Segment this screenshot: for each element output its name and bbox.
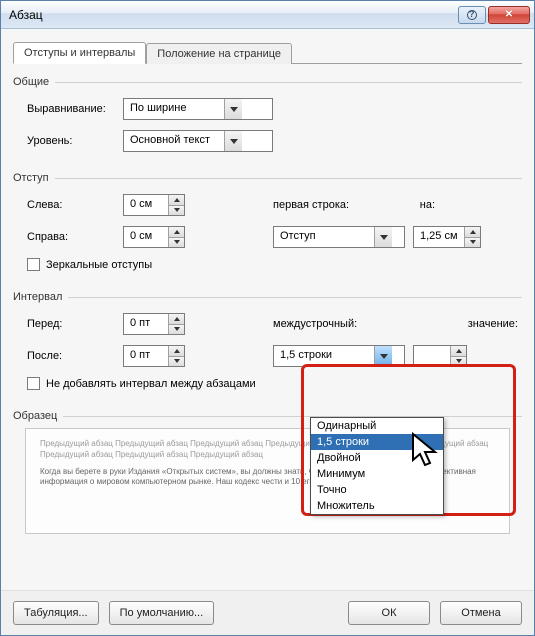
chevron-down-icon[interactable]	[224, 131, 242, 151]
group-sample: Образец	[13, 410, 522, 422]
label-right-indent: Справа:	[13, 231, 123, 243]
label-alignment: Выравнивание:	[13, 103, 123, 115]
line-spacing-dropdown-list[interactable]: Одинарный1,5 строкиДвойнойМинимумТочноМн…	[310, 417, 444, 515]
label-before: Перед:	[13, 318, 123, 330]
titlebar: Абзац ✕	[1, 1, 534, 29]
help-button[interactable]	[458, 6, 486, 24]
arrow-up-icon[interactable]	[169, 227, 184, 237]
checkbox-no-space-same-style[interactable]: Не добавлять интервал между абзацами	[13, 377, 522, 390]
dropdown-option[interactable]: Минимум	[311, 466, 443, 482]
dropdown-option[interactable]: Точно	[311, 482, 443, 498]
combo-first-line[interactable]: Отступ	[273, 226, 405, 248]
spin-left-indent[interactable]: 0 см	[123, 194, 185, 216]
label-line-spacing: междустрочный:	[273, 318, 403, 330]
arrow-down-icon[interactable]	[465, 237, 480, 248]
tabstrip: Отступы и интервалы Положение на страниц…	[13, 39, 522, 63]
arrow-up-icon[interactable]	[465, 227, 480, 237]
dropdown-option[interactable]: Одинарный	[311, 418, 443, 434]
client-area: Отступы и интервалы Положение на страниц…	[1, 29, 534, 590]
combo-alignment[interactable]: По ширине	[123, 98, 273, 120]
checkbox-icon	[27, 377, 40, 390]
label-first-line: первая строка:	[273, 199, 393, 211]
chevron-down-icon[interactable]	[224, 99, 242, 119]
close-button[interactable]: ✕	[488, 6, 530, 24]
combo-level[interactable]: Основной текст	[123, 130, 273, 152]
label-left-indent: Слева:	[13, 199, 123, 211]
checkbox-mirror-indents[interactable]: Зеркальные отступы	[13, 258, 522, 271]
button-bar: Табуляция... По умолчанию... ОК Отмена	[1, 590, 534, 635]
spin-line-spacing-value[interactable]	[413, 345, 467, 367]
arrow-up-icon[interactable]	[169, 314, 184, 324]
arrow-up-icon[interactable]	[169, 195, 184, 205]
cancel-button[interactable]: Отмена	[440, 601, 522, 625]
group-indent: Отступ	[13, 172, 522, 184]
chevron-down-icon[interactable]	[374, 227, 392, 247]
label-value: значение:	[403, 318, 522, 330]
paragraph-dialog: Абзац ✕ Отступы и интервалы Положение на…	[0, 0, 535, 636]
close-icon: ✕	[505, 9, 513, 20]
tab-position[interactable]: Положение на странице	[146, 43, 292, 64]
spin-right-indent[interactable]: 0 см	[123, 226, 185, 248]
default-button[interactable]: По умолчанию...	[109, 601, 215, 625]
arrow-down-icon[interactable]	[169, 356, 184, 367]
chevron-down-icon[interactable]	[374, 346, 392, 366]
label-level: Уровень:	[13, 135, 123, 147]
help-icon	[467, 10, 477, 20]
arrow-down-icon[interactable]	[169, 324, 184, 335]
arrow-down-icon[interactable]	[169, 237, 184, 248]
dropdown-option[interactable]: 1,5 строки	[311, 434, 443, 450]
dropdown-option[interactable]: Двойной	[311, 450, 443, 466]
group-spacing: Интервал	[13, 291, 522, 303]
arrow-down-icon[interactable]	[169, 205, 184, 216]
spin-first-line-by[interactable]: 1,25 см	[413, 226, 481, 248]
arrow-down-icon[interactable]	[451, 356, 466, 367]
arrow-up-icon[interactable]	[451, 346, 466, 356]
group-general: Общие	[13, 76, 522, 88]
tab-indents[interactable]: Отступы и интервалы	[13, 42, 146, 64]
tabs-button[interactable]: Табуляция...	[13, 601, 99, 625]
arrow-up-icon[interactable]	[169, 346, 184, 356]
dropdown-option[interactable]: Множитель	[311, 498, 443, 514]
window-title: Абзац	[9, 8, 456, 22]
combo-line-spacing[interactable]: 1,5 строки	[273, 345, 405, 367]
label-on: на:	[393, 199, 441, 211]
spin-before[interactable]: 0 пт	[123, 313, 185, 335]
spin-after[interactable]: 0 пт	[123, 345, 185, 367]
ok-button[interactable]: ОК	[348, 601, 430, 625]
label-after: После:	[13, 350, 123, 362]
checkbox-icon	[27, 258, 40, 271]
